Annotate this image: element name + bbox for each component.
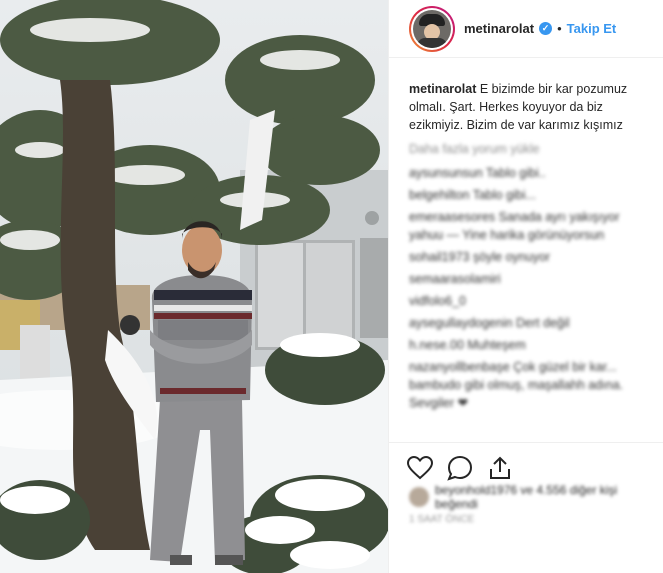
avatar[interactable]	[409, 5, 455, 52]
comment: nazanyollbenbaşe Çok güzel bir kar... ba…	[409, 360, 624, 410]
comment: semaarasolamiri	[409, 272, 501, 286]
post-sidebar: metinarolat ✓ • Takip Et metinarolat E b…	[388, 0, 663, 573]
post-header: metinarolat ✓ • Takip Et	[389, 0, 663, 58]
comment: aysegullaydogenin Dert değil	[409, 316, 570, 330]
heart-icon[interactable]	[407, 455, 433, 480]
comment: aysunsunsun Tablo gibi..	[409, 166, 546, 180]
load-more-comments[interactable]: Daha fazla yorum yükle	[409, 140, 657, 158]
verified-badge-icon: ✓	[539, 22, 553, 35]
post-photo[interactable]	[0, 0, 388, 573]
comments-section: metinarolat E bizimde bir kar pozumuz ol…	[409, 80, 657, 416]
username[interactable]: metinarolat	[464, 21, 534, 36]
caption: metinarolat E bizimde bir kar pozumuz ol…	[409, 80, 657, 134]
separator-dot: •	[557, 21, 562, 36]
likes-row: beyonhold1976 ve 4.556 diğer kişi beğend…	[409, 483, 663, 511]
snow-garden-photo	[0, 0, 388, 573]
liker-avatar[interactable]	[409, 487, 429, 507]
post-time: 1 SAAT ÖNCE	[409, 514, 475, 525]
comment: h.nese.00 Muhteşem	[409, 338, 526, 352]
comment: vidfolo6_0	[409, 294, 466, 308]
comment: emeraasesores Sanada ayrı yakışıyor yahu…	[409, 210, 620, 242]
comment: belgehilton Tablo gibi...	[409, 188, 536, 202]
comment-list: Daha fazla yorum yükle aysunsunsun Tablo…	[409, 140, 657, 412]
follow-button[interactable]: Takip Et	[567, 21, 617, 36]
share-icon[interactable]	[487, 455, 513, 481]
caption-username[interactable]: metinarolat	[409, 82, 476, 96]
comment: sohail1973 şöyle oynuyor	[409, 250, 551, 264]
comment-icon[interactable]	[447, 455, 473, 481]
likes-text[interactable]: beyonhold1976 ve 4.556 diğer kişi beğend…	[435, 483, 663, 511]
instagram-post: metinarolat ✓ • Takip Et metinarolat E b…	[0, 0, 663, 573]
